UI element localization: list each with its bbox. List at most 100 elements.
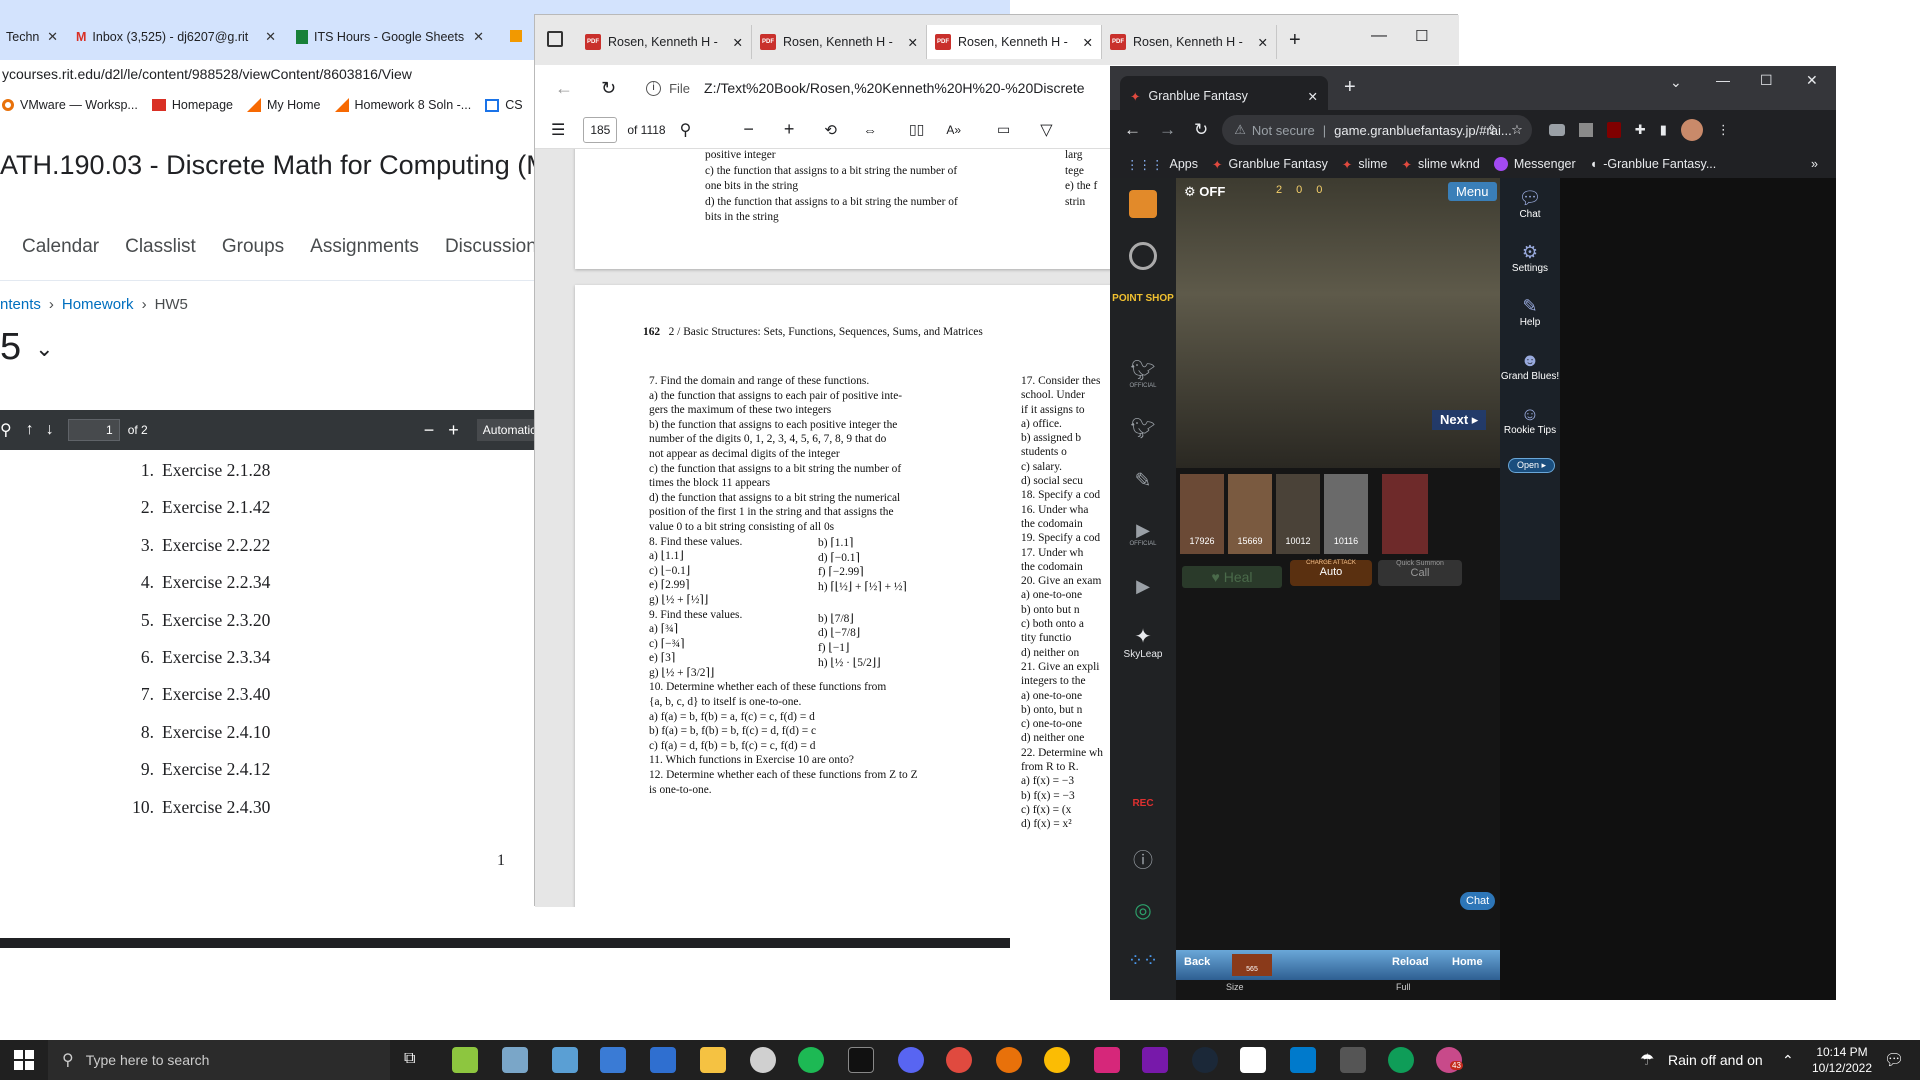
tab-actions-icon[interactable] — [547, 31, 563, 47]
youtube-icon[interactable]: ▶ — [1110, 576, 1176, 597]
windows-start-icon[interactable] — [14, 1050, 34, 1070]
chrome-icon[interactable] — [946, 1047, 972, 1073]
close-icon[interactable]: ✕ — [473, 29, 484, 45]
close-icon[interactable]: ✕ — [733, 35, 743, 50]
twitter-icon[interactable]: 🐦︎ — [1110, 416, 1176, 441]
bookmark-cs[interactable]: CS — [485, 98, 523, 112]
auto-toggle[interactable]: ⚙ OFF — [1184, 184, 1225, 200]
party-member[interactable]: 10116 — [1324, 474, 1368, 554]
settings-menu-item[interactable]: ⚙ Settings — [1500, 242, 1560, 274]
back-icon[interactable]: ← — [1124, 120, 1141, 140]
app-icon[interactable]: 43 — [1436, 1047, 1463, 1073]
zoom-in-icon[interactable]: + — [784, 119, 795, 140]
party-member[interactable]: 17926 — [1180, 474, 1224, 554]
summon-card[interactable] — [1382, 474, 1428, 554]
page-input[interactable]: 185 — [583, 116, 618, 143]
zoom-out-icon[interactable]: − — [743, 119, 754, 140]
contents-icon[interactable]: ☰ — [551, 120, 565, 140]
steam-icon[interactable] — [1192, 1047, 1218, 1073]
search-box[interactable]: ⚲ Type here to search — [48, 1040, 390, 1080]
minimize-icon[interactable]: — — [1371, 27, 1387, 45]
extension-icon[interactable] — [1578, 123, 1593, 137]
exercise-title[interactable]: Exercise 2.3.40 — [162, 676, 270, 713]
bookmark-apps[interactable]: ⋮⋮⋮ Apps — [1126, 157, 1198, 172]
quick-summon-button[interactable]: Quick Summon Call — [1378, 560, 1462, 586]
gift-icon[interactable] — [1110, 190, 1176, 218]
rotate-icon[interactable]: ⟲ — [824, 121, 837, 139]
bookmark-my-home[interactable]: My Home — [247, 98, 321, 112]
new-tab-icon[interactable]: + — [1289, 29, 1301, 52]
discord-icon[interactable] — [898, 1047, 924, 1073]
read-aloud-icon[interactable]: A» — [946, 123, 961, 137]
close-icon[interactable]: ✕ — [908, 35, 918, 50]
app-icon[interactable] — [1094, 1047, 1120, 1073]
tab-rosen-3[interactable]: PDF Rosen, Kenneth H - ✕ — [927, 25, 1102, 59]
close-icon[interactable]: ✕ — [1258, 35, 1268, 50]
new-tab-icon[interactable]: + — [1344, 76, 1356, 99]
nav-calendar[interactable]: Calendar — [22, 236, 99, 258]
nav-discussions[interactable]: Discussions — [445, 236, 546, 258]
exercise-title[interactable]: Exercise 2.3.34 — [162, 639, 270, 676]
file-explorer-icon[interactable] — [700, 1047, 726, 1073]
zoom-out-icon[interactable]: − — [424, 420, 435, 441]
menu-icon[interactable]: ⋮ — [1717, 122, 1730, 138]
bookmark-vmware[interactable]: VMware — Worksp... — [2, 98, 138, 112]
url-field[interactable]: Z:/Text%20Book/Rosen,%20Kenneth%20H%20-%… — [704, 80, 1084, 96]
bookmark-granblue-2[interactable]: ◖ -Granblue Fantasy... — [1590, 157, 1717, 171]
skyleap-button[interactable]: ✦ SkyLeap — [1110, 624, 1176, 660]
game-screen[interactable]: ⚙ OFF 200 Menu Next ▸ 17926 15669 10012 … — [1176, 178, 1500, 1000]
close-icon[interactable]: ✕ — [265, 29, 276, 45]
exercise-title[interactable]: Exercise 2.4.10 — [162, 714, 270, 751]
reload-icon[interactable]: ↻ — [1194, 120, 1208, 140]
reload-icon[interactable]: ↻ — [601, 78, 616, 99]
chrome-icon[interactable] — [996, 1047, 1022, 1073]
breadcrumb-contents[interactable]: ntents — [0, 296, 41, 313]
two-page-icon[interactable]: ▯▯ — [909, 121, 924, 138]
charge-attack-toggle[interactable]: CHARGE ATTACK Auto — [1290, 560, 1372, 586]
search-icon[interactable]: ⚲ — [680, 120, 692, 140]
up-arrow-icon[interactable]: ↑ — [26, 421, 34, 439]
tab-rosen-2[interactable]: PDF Rosen, Kenneth H - ✕ — [752, 25, 927, 59]
next-button[interactable]: Next ▸ — [1432, 410, 1487, 430]
heal-button[interactable]: ♥ Heal — [1182, 566, 1282, 588]
app-icon[interactable] — [1340, 1047, 1366, 1073]
notion-icon[interactable] — [1240, 1047, 1266, 1073]
task-view-icon[interactable]: ⧉ — [404, 1050, 415, 1068]
minimize-icon[interactable]: — — [1716, 72, 1730, 88]
back-icon[interactable]: ← — [555, 78, 573, 99]
edge-icon[interactable] — [1388, 1047, 1414, 1073]
notifications-icon[interactable]: 💬︎ — [1884, 1050, 1904, 1070]
tab-rosen-4[interactable]: PDF Rosen, Kenneth H - ✕ — [1102, 25, 1277, 59]
extension-icon[interactable] — [1548, 124, 1565, 136]
rookie-tips-menu-item[interactable]: ☺ Rookie Tips — [1500, 404, 1560, 436]
nav-classlist[interactable]: Classlist — [125, 236, 196, 258]
exercise-title[interactable]: Exercise 2.4.12 — [162, 751, 270, 788]
spotify-icon[interactable] — [798, 1047, 824, 1073]
edit-icon[interactable]: ✎ — [1110, 468, 1176, 493]
share-icon[interactable]: ⇪ — [1486, 122, 1497, 138]
help-menu-item[interactable]: ✎ Help — [1500, 296, 1560, 328]
exercise-title[interactable]: Exercise 2.1.42 — [162, 489, 270, 526]
tab-its-hours[interactable]: ITS Hours - Google Sheets ✕ — [290, 24, 490, 50]
party-member[interactable]: 10012 — [1276, 474, 1320, 554]
chevron-up-icon[interactable]: ⌃ — [1782, 1052, 1794, 1069]
exercise-title[interactable]: Exercise 2.4.30 — [162, 789, 270, 826]
avatar[interactable] — [1680, 119, 1703, 141]
close-icon[interactable]: ✕ — [47, 29, 58, 45]
close-window-icon[interactable]: ✕ — [1806, 72, 1818, 89]
down-arrow-icon[interactable]: ↓ — [46, 421, 54, 439]
tab-rosen-1[interactable]: PDF Rosen, Kenneth H - ✕ — [577, 25, 752, 59]
nav-assignments[interactable]: Assignments — [310, 236, 419, 258]
coin-icon[interactable] — [1110, 242, 1176, 270]
vscode-icon[interactable] — [1290, 1047, 1316, 1073]
text-icon[interactable]: ▭ — [997, 121, 1010, 138]
exercise-title[interactable]: Exercise 2.2.22 — [162, 527, 270, 564]
app-icon[interactable] — [552, 1047, 578, 1073]
zoom-select[interactable]: Automatic — [476, 419, 543, 441]
calculator-icon[interactable] — [600, 1047, 626, 1073]
exercise-title[interactable]: Exercise 2.2.34 — [162, 564, 270, 601]
item-counter[interactable]: 565 — [1232, 954, 1272, 976]
twitter-official-icon[interactable]: 🐦︎ OFFICIAL — [1110, 358, 1176, 389]
tab-techn[interactable]: Techn ✕ — [0, 24, 64, 50]
chevron-down-icon[interactable]: ⌄ — [35, 336, 53, 361]
